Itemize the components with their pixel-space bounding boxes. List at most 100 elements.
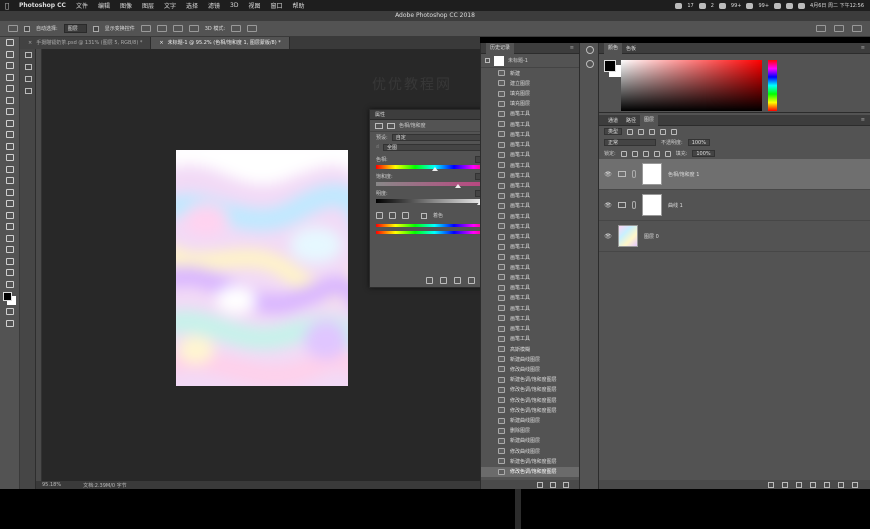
history-item[interactable]: 画笔工具 — [481, 313, 579, 323]
link-icon[interactable] — [632, 170, 636, 178]
saturation-slider[interactable] — [376, 182, 493, 188]
saturation-slider-knob[interactable] — [454, 184, 461, 188]
history-item[interactable]: 画笔工具 — [481, 283, 579, 293]
layer-row-hue-saturation[interactable]: 👁 色相/饱和度 1 — [599, 159, 870, 190]
history-item[interactable]: 新建 — [481, 68, 579, 78]
trash-icon[interactable] — [852, 481, 858, 488]
type-tool[interactable] — [0, 210, 20, 222]
menu-filter[interactable]: 滤镜 — [203, 1, 225, 10]
align-center-icon[interactable] — [156, 25, 167, 32]
panel-menu-icon[interactable]: ≡ — [861, 117, 865, 123]
menu-window[interactable]: 窗口 — [266, 1, 288, 10]
status-count-4[interactable]: 99+ — [758, 3, 769, 9]
history-item[interactable]: 删除图层 — [481, 426, 579, 436]
hue-slider[interactable] — [376, 165, 493, 171]
link-icon[interactable] — [632, 201, 636, 209]
shape-tool[interactable] — [0, 233, 20, 245]
history-brush-source-icon[interactable] — [485, 58, 490, 63]
fx-icon[interactable] — [782, 481, 788, 488]
wifi-icon[interactable] — [774, 2, 782, 9]
channel-dropdown[interactable]: 全图 — [383, 143, 493, 151]
history-item[interactable]: 建立图层 — [481, 78, 579, 88]
history-item[interactable]: 修改曲线图层 — [481, 446, 579, 456]
search-icon[interactable] — [798, 2, 806, 9]
brush-settings-button[interactable] — [20, 73, 36, 85]
filter-smart-icon[interactable] — [671, 128, 678, 135]
history-item[interactable]: 画笔工具 — [481, 129, 579, 139]
eye-icon[interactable]: 👁 — [604, 202, 612, 209]
tab-paths[interactable]: 路径 — [622, 117, 640, 124]
hand-icon[interactable]: ☝ — [376, 144, 379, 150]
preset-dropdown[interactable]: 自定 — [391, 133, 493, 141]
layer-mask-thumbnail[interactable] — [642, 163, 662, 185]
crop-tool[interactable] — [0, 83, 20, 95]
status-count-3[interactable]: 99+ — [731, 3, 742, 9]
menu-edit[interactable]: 编辑 — [93, 1, 115, 10]
history-item[interactable]: 画笔工具 — [481, 109, 579, 119]
magic-wand-tool[interactable] — [0, 72, 20, 84]
hand-tool[interactable] — [0, 244, 20, 256]
auto-select-checkbox[interactable] — [24, 25, 30, 32]
history-item[interactable]: 新建曲线图层 — [481, 415, 579, 425]
blur-tool[interactable] — [0, 175, 20, 187]
history-item[interactable]: 画笔工具 — [481, 140, 579, 150]
panel-menu-icon[interactable]: ≡ — [861, 45, 865, 51]
tab-layers[interactable]: 图层 — [640, 114, 659, 126]
stamp-tool[interactable] — [0, 129, 20, 141]
color-swatches[interactable] — [0, 290, 20, 306]
filter-shape-icon[interactable] — [660, 128, 667, 135]
tab-document-1[interactable]: × 手摄瞄镭奶茶.psd @ 131% (图层 5, RGB/8) * — [20, 37, 152, 49]
close-icon[interactable]: × — [28, 40, 32, 46]
history-item[interactable]: 画笔工具 — [481, 272, 579, 282]
lock-transparent-icon[interactable] — [620, 150, 627, 157]
eyedropper-tool[interactable] — [0, 95, 20, 107]
more-tools[interactable] — [0, 267, 20, 279]
history-item[interactable]: 填充图层 — [481, 99, 579, 109]
healing-tool[interactable] — [0, 106, 20, 118]
history-item[interactable]: 新建曲线图层 — [481, 436, 579, 446]
move-tool[interactable] — [0, 37, 20, 49]
lasso-tool[interactable] — [0, 60, 20, 72]
adjustments-button[interactable] — [20, 85, 36, 97]
tab-channels[interactable]: 通道 — [604, 117, 622, 124]
screen-mode-button[interactable] — [0, 318, 20, 330]
history-item[interactable]: 修改色调/饱和度图层 — [481, 385, 579, 395]
new-layer-icon[interactable] — [838, 481, 844, 488]
filter-adjustment-icon[interactable] — [638, 128, 645, 135]
fill-input[interactable]: 100% — [692, 150, 715, 157]
history-item[interactable]: 画笔工具 — [481, 191, 579, 201]
search-icon[interactable] — [816, 25, 826, 32]
mask-icon[interactable] — [387, 122, 395, 129]
history-item[interactable]: 画笔工具 — [481, 180, 579, 190]
lightness-slider[interactable] — [376, 199, 493, 205]
visibility-icon[interactable] — [468, 277, 475, 284]
history-item[interactable]: 画笔工具 — [481, 334, 579, 344]
history-item[interactable]: 画笔工具 — [481, 211, 579, 221]
status-icon[interactable] — [718, 2, 726, 9]
eyedropper-icon[interactable] — [376, 212, 383, 219]
lock-all-icon[interactable] — [664, 150, 671, 157]
align-right-icon[interactable] — [172, 25, 183, 32]
clock[interactable]: 4月6日 周二 下午12:56 — [810, 2, 864, 9]
dock-properties-button[interactable] — [580, 57, 600, 71]
history-item[interactable]: 画笔工具 — [481, 242, 579, 252]
camera-icon[interactable] — [550, 481, 556, 488]
quick-mask-button[interactable] — [0, 306, 20, 318]
layer-name[interactable]: 曲线 1 — [668, 202, 683, 209]
history-item[interactable]: 画笔工具 — [481, 160, 579, 170]
path-select-tool[interactable] — [0, 221, 20, 233]
history-item[interactable]: 修改色调/饱和度图层 — [481, 466, 579, 477]
history-item[interactable]: 画笔工具 — [481, 170, 579, 180]
eye-icon[interactable]: 👁 — [604, 233, 612, 240]
share-icon[interactable] — [852, 25, 862, 32]
menu-3d[interactable]: 3D — [225, 2, 243, 9]
view-previous-icon[interactable] — [440, 277, 447, 284]
gradient-tool[interactable] — [0, 164, 20, 176]
color-foreground-swatch[interactable] — [604, 60, 616, 72]
folder-icon[interactable] — [824, 481, 830, 488]
history-item[interactable]: 新建色调/饱和度图层 — [481, 375, 579, 385]
filter-type-icon[interactable] — [649, 128, 656, 135]
history-item[interactable]: 画笔工具 — [481, 252, 579, 262]
foreground-color[interactable] — [3, 292, 12, 301]
status-count-1[interactable]: 17 — [687, 3, 693, 9]
